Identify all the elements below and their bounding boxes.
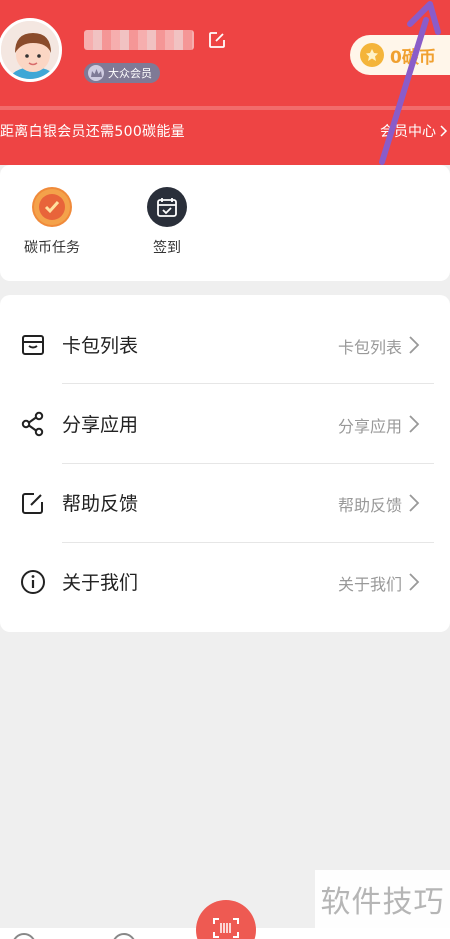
quick-actions-card: 碳币任务 签到 bbox=[0, 165, 450, 281]
edit-name-icon[interactable] bbox=[207, 30, 227, 50]
menu-item-card-wallet[interactable]: 卡包列表 卡包列表 bbox=[0, 305, 450, 385]
coin-icon bbox=[360, 43, 384, 67]
chevron-right-icon bbox=[440, 125, 448, 137]
wallet-icon bbox=[22, 335, 44, 355]
menu-item-value: 分享应用 bbox=[337, 417, 402, 436]
chevron-right-icon bbox=[409, 415, 420, 433]
member-level-badge: 大众会员 bbox=[84, 63, 160, 83]
barcode-scan-icon bbox=[213, 918, 239, 938]
coin-task-icon bbox=[32, 187, 72, 227]
menu-item-title: 关于我们 bbox=[62, 572, 139, 594]
settings-menu-card: 卡包列表 卡包列表 分享应用 分享应用 帮助反馈 帮助反馈 关于我们 关于我们 bbox=[0, 295, 450, 632]
avatar[interactable] bbox=[0, 18, 62, 82]
menu-item-value: 关于我们 bbox=[337, 575, 402, 594]
watermark-text: 软件技巧 bbox=[315, 870, 450, 928]
scan-button[interactable] bbox=[196, 900, 256, 939]
chevron-right-icon bbox=[409, 494, 420, 512]
member-center-link[interactable]: 会员中心 bbox=[380, 121, 448, 141]
avatar-image bbox=[1, 21, 59, 79]
profile-header: 大众会员 0碳币 距离白银会员还需500碳能量 会员中心 bbox=[0, 0, 450, 165]
info-icon bbox=[21, 570, 45, 594]
header-divider bbox=[0, 106, 450, 110]
menu-item-title: 卡包列表 bbox=[62, 335, 139, 357]
member-center-label: 会员中心 bbox=[380, 124, 436, 140]
member-level-label: 大众会员 bbox=[108, 67, 152, 80]
menu-item-share-app[interactable]: 分享应用 分享应用 bbox=[0, 384, 450, 464]
share-icon bbox=[21, 411, 44, 437]
coin-balance-label: 0碳币 bbox=[390, 47, 436, 68]
username-blurred bbox=[84, 30, 194, 50]
menu-item-value: 卡包列表 bbox=[337, 338, 402, 357]
menu-item-title: 帮助反馈 bbox=[62, 493, 139, 515]
calendar-check-icon bbox=[147, 187, 187, 227]
feedback-edit-icon bbox=[22, 493, 43, 514]
quick-action-label: 签到 bbox=[153, 240, 181, 256]
coin-balance-button[interactable]: 0碳币 bbox=[350, 35, 450, 75]
crown-icon bbox=[88, 65, 104, 81]
menu-item-value: 帮助反馈 bbox=[337, 496, 402, 515]
chevron-right-icon bbox=[409, 573, 420, 591]
level-progress-text: 距离白银会员还需500碳能量 bbox=[0, 124, 185, 140]
menu-item-title: 分享应用 bbox=[62, 414, 139, 436]
quick-action-coin-task[interactable]: 碳币任务 bbox=[12, 187, 92, 257]
chevron-right-icon bbox=[409, 336, 420, 354]
quick-action-label: 碳币任务 bbox=[24, 240, 80, 256]
menu-item-help-feedback[interactable]: 帮助反馈 帮助反馈 bbox=[0, 463, 450, 543]
quick-action-checkin[interactable]: 签到 bbox=[127, 187, 207, 257]
menu-item-about-us[interactable]: 关于我们 关于我们 bbox=[0, 542, 450, 622]
